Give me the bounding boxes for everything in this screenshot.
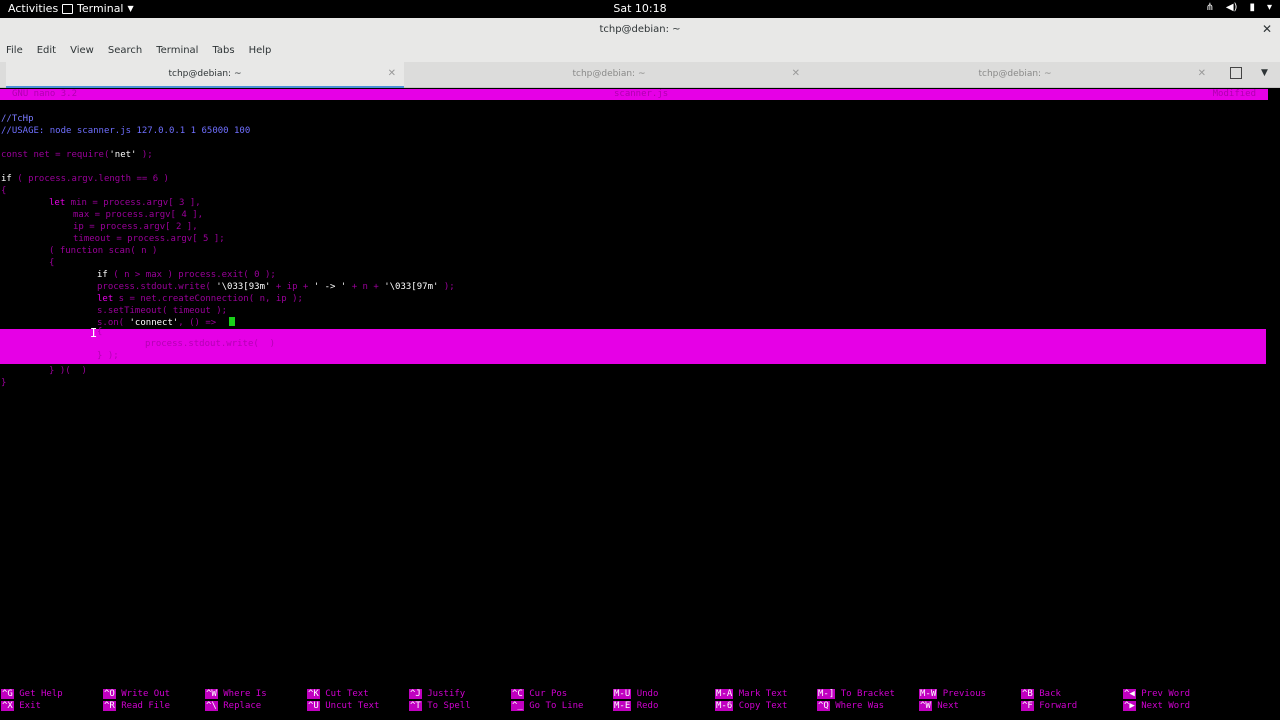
code-token: + n + <box>346 282 385 292</box>
code-token: ); <box>438 282 455 292</box>
tab-3[interactable]: tchp@debian: ~ ✕ <box>816 62 1214 88</box>
shortcut-back: ^B Back ^F Forward <box>1021 689 1078 711</box>
new-tab-icon[interactable] <box>1230 67 1242 79</box>
code-token: 'connect' <box>129 318 179 328</box>
shortcut-get-help: ^G Get Help ^X Exit <box>1 689 63 711</box>
code-token: const net = require( <box>1 150 110 160</box>
code-line: s.on( 'connect', () => <box>97 317 216 329</box>
code-line: //USAGE: node scanner.js 127.0.0.1 1 650… <box>1 126 251 136</box>
code-token: if <box>97 270 108 280</box>
code-token: let <box>97 294 114 304</box>
code-token: if <box>1 174 12 184</box>
code-token: s = net.createConnection( n, ip ); <box>113 294 303 304</box>
close-tab-icon[interactable]: ✕ <box>388 68 396 79</box>
shortcut-previous: M-W Previous ^W Next <box>919 689 987 711</box>
menu-search[interactable]: Search <box>108 42 149 62</box>
window-title: tchp@debian: ~ <box>599 24 681 35</box>
code-line: if ( n > max ) process.exit( 0 ); <box>97 269 276 281</box>
mouse-cursor-icon: I <box>90 326 98 340</box>
shortcut-cur-pos: ^C Cur Pos ^_ Go To Line <box>511 689 584 711</box>
tab-bar: tchp@debian: ~ ✕ tchp@debian: ~ ✕ tchp@d… <box>0 62 1280 88</box>
code-line: max = process.argv[ 4 ], <box>73 210 204 220</box>
code-token: process.stdout.write( <box>97 282 217 292</box>
code-token: let <box>49 198 66 208</box>
nano-status: Modified <box>1212 89 1256 99</box>
code-token: ' -> ' <box>313 282 347 292</box>
code-line: process.stdout.write( '\033[93m' + ip + … <box>97 281 455 293</box>
menu-view[interactable]: View <box>70 42 101 62</box>
code-line: s.setTimeout( timeout ); <box>97 306 228 316</box>
clock[interactable]: Sat 10:18 <box>0 2 1280 15</box>
menu-tabs[interactable]: Tabs <box>212 42 241 62</box>
selected-text-region: { process.stdout.write( ) } ); <box>0 327 1266 364</box>
shortcut-justify: ^J Justify ^T To Spell <box>409 689 471 711</box>
code-line: { <box>97 327 103 337</box>
code-token: ); <box>136 150 153 160</box>
code-line: process.stdout.write( ) <box>145 339 276 349</box>
nano-version: GNU nano 3.2 <box>12 89 78 99</box>
close-tab-icon[interactable]: ✕ <box>792 68 800 79</box>
code-line: } <box>1 378 7 388</box>
tab-label: tchp@debian: ~ <box>978 69 1052 79</box>
top-bar: Activities Terminal ▼ Sat 10:18 ⋔ ◀) ▮ ▾ <box>0 0 1280 18</box>
shortcut-cut-text: ^K Cut Text ^U Uncut Text <box>307 689 380 711</box>
code-token: '\033[97m' <box>384 282 439 292</box>
nano-header: GNU nano 3.2 scanner.js Modified <box>0 89 1268 100</box>
terminal-scrollbar[interactable] <box>1270 89 1280 720</box>
code-line: if ( process.argv.length == 6 ) <box>1 173 169 185</box>
shortcut-write-out: ^O Write Out ^R Read File <box>103 689 171 711</box>
tab-label: tchp@debian: ~ <box>572 69 646 79</box>
code-line: let min = process.argv[ 3 ], <box>49 197 201 209</box>
volume-icon: ◀) <box>1225 2 1238 13</box>
tab-2[interactable]: tchp@debian: ~ ✕ <box>410 62 808 88</box>
battery-icon: ▮ <box>1249 2 1255 13</box>
tab-1[interactable]: tchp@debian: ~ ✕ <box>6 62 404 88</box>
nano-filename: scanner.js <box>614 89 669 99</box>
code-line: ip = process.argv[ 2 ], <box>73 222 198 232</box>
code-line: //TcHp <box>1 114 34 124</box>
code-line: { <box>49 258 55 268</box>
code-line: } )( ) <box>49 366 87 376</box>
shortcut-mark-text: M-A Mark Text M-6 Copy Text <box>715 689 788 711</box>
power-menu-icon: ▾ <box>1266 2 1272 13</box>
code-token: , () => <box>178 318 217 328</box>
text-cursor <box>229 317 235 326</box>
code-token: '\033[93m' <box>216 282 271 292</box>
code-line: timeout = process.argv[ 5 ]; <box>73 234 225 244</box>
menu-edit[interactable]: Edit <box>37 42 63 62</box>
code-line: { <box>1 186 7 196</box>
code-token: + ip + <box>270 282 314 292</box>
menu-help[interactable]: Help <box>249 42 279 62</box>
code-line: } ); <box>97 351 119 361</box>
menu-bar: File Edit View Search Terminal Tabs Help <box>0 42 1280 62</box>
active-tab-indicator <box>6 86 404 88</box>
shortcut-where-is: ^W Where Is ^\ Replace <box>205 689 267 711</box>
window-titlebar[interactable]: tchp@debian: ~ ✕ <box>0 18 1280 42</box>
code-token: 'net' <box>109 150 137 160</box>
code-line: let s = net.createConnection( n, ip ); <box>97 293 303 305</box>
tab-menu-chevron-icon[interactable]: ▼ <box>1261 68 1268 78</box>
tab-label: tchp@debian: ~ <box>168 69 242 79</box>
menu-file[interactable]: File <box>6 42 30 62</box>
code-line: const net = require('net' ); <box>1 149 153 161</box>
code-token: ( n > max ) process.exit( 0 ); <box>107 270 276 280</box>
menu-terminal[interactable]: Terminal <box>156 42 205 62</box>
system-status-area[interactable]: ⋔ ◀) ▮ ▾ <box>1205 2 1272 13</box>
code-token: min = process.argv[ 3 ], <box>65 198 201 208</box>
close-tab-icon[interactable]: ✕ <box>1198 68 1206 79</box>
code-token: ( process.argv.length == 6 ) <box>11 174 169 184</box>
code-line: ( function scan( n ) <box>49 246 158 256</box>
close-icon[interactable]: ✕ <box>1262 22 1272 36</box>
shortcut-prev-word: ^◀ Prev Word ^▶ Next Word <box>1123 689 1191 711</box>
shortcut-undo: M-U Undo M-E Redo <box>613 689 659 711</box>
terminal-area[interactable]: GNU nano 3.2 scanner.js Modified //TcHp … <box>0 89 1270 720</box>
network-icon: ⋔ <box>1205 2 1214 13</box>
shortcut-to-bracket: M-] To Bracket ^Q Where Was <box>817 689 895 711</box>
